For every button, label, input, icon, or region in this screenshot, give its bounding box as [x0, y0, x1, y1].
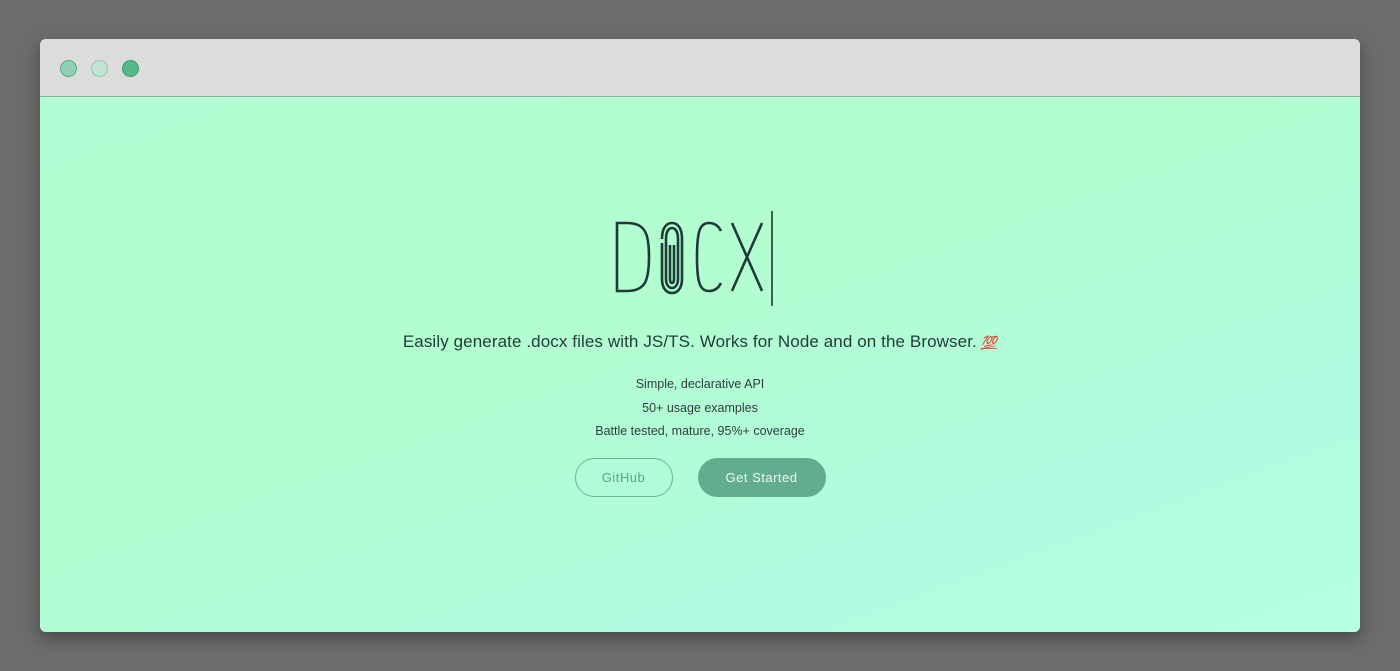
window-maximize-button[interactable] — [122, 60, 139, 77]
hero-section: Easily generate .docx files with JS/TS. … — [40, 97, 1360, 632]
window-titlebar — [40, 39, 1360, 97]
github-button[interactable]: GitHub — [574, 458, 673, 497]
browser-window: Easily generate .docx files with JS/TS. … — [40, 39, 1360, 632]
docx-logo — [40, 209, 1360, 309]
window-close-button[interactable] — [60, 60, 77, 77]
window-minimize-button[interactable] — [91, 60, 108, 77]
docx-logo-icon — [615, 211, 773, 306]
hero-buttons: GitHub Get Started — [40, 458, 1360, 497]
tagline-text: Easily generate .docx files with JS/TS. … — [402, 332, 977, 351]
feature-list: Simple, declarative API 50+ usage exampl… — [40, 373, 1360, 444]
feature-item: 50+ usage examples — [642, 400, 758, 415]
tagline: Easily generate .docx files with JS/TS. … — [40, 332, 1360, 352]
feature-item: Simple, declarative API — [635, 377, 765, 391]
get-started-button[interactable]: Get Started — [697, 458, 826, 497]
hundred-points-icon: 💯 — [980, 335, 998, 350]
feature-item: Battle tested, mature, 95%+ coverage — [595, 424, 805, 438]
